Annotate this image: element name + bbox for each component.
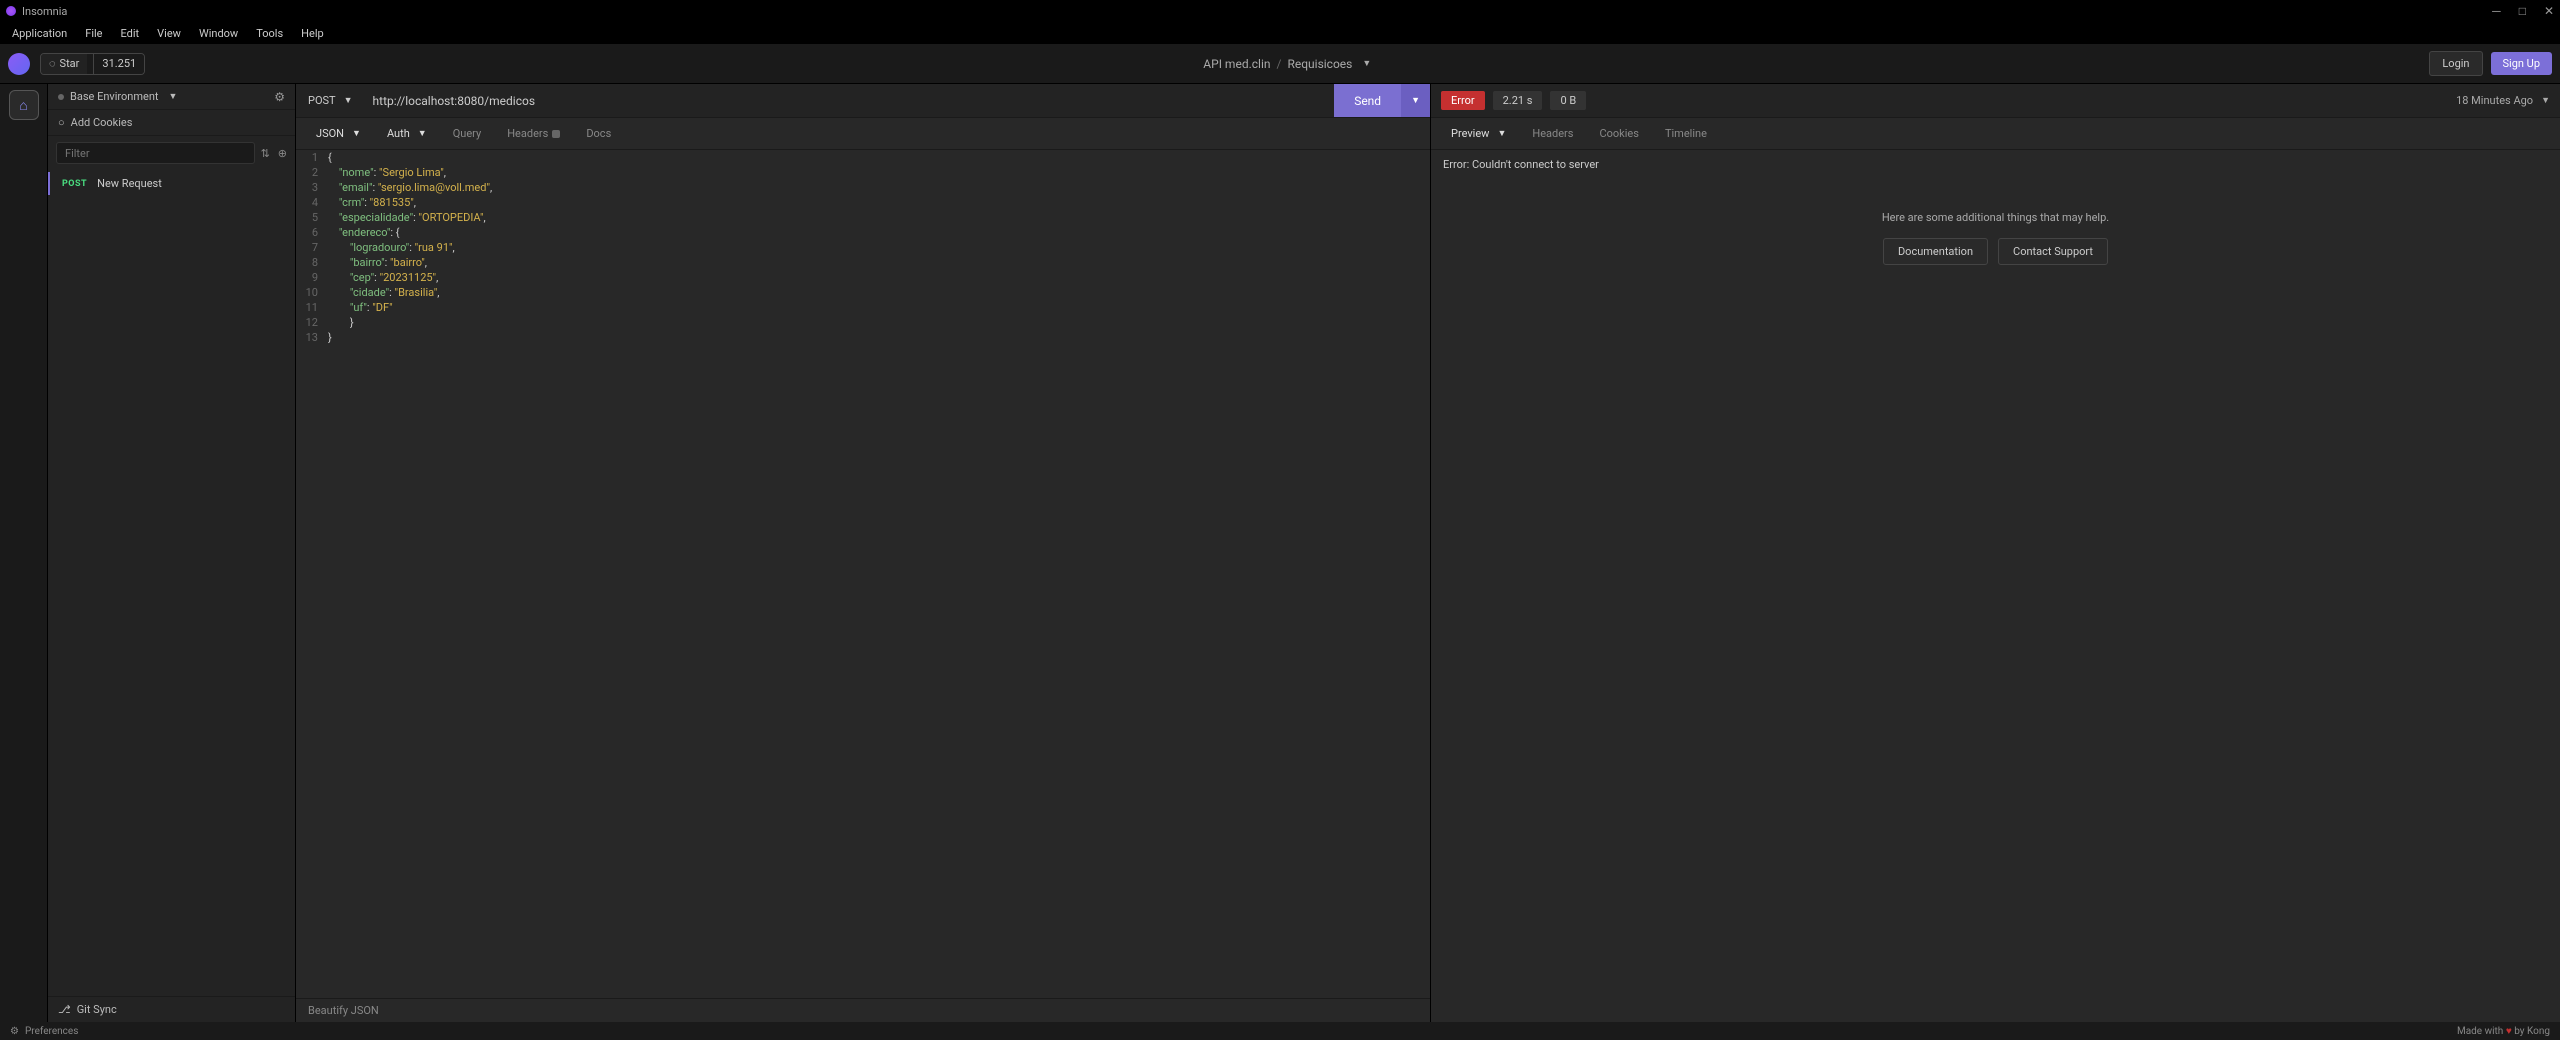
star-count: 31.251 (93, 54, 144, 74)
toolbar: ◌Star 31.251 API med.clin / Requisicoes … (0, 44, 2560, 84)
environment-selector[interactable]: Base Environment ▼ (58, 90, 177, 103)
menu-window[interactable]: Window (191, 25, 246, 42)
add-cookies-button[interactable]: ○ Add Cookies (48, 110, 295, 136)
gear-icon[interactable]: ⚙ (274, 90, 285, 104)
chevron-down-icon: ▼ (2541, 95, 2550, 106)
error-message: Error: Couldn't connect to server (1443, 158, 2548, 171)
menu-file[interactable]: File (77, 25, 110, 42)
chevron-down-icon: ▼ (1497, 128, 1506, 139)
code-editor[interactable]: 1{2 "nome": "Sergio Lima",3 "email": "se… (296, 150, 1430, 998)
maximize-icon[interactable]: □ (2519, 4, 2526, 18)
tab-docs[interactable]: Docs (574, 121, 623, 146)
tab-resp-cookies[interactable]: Cookies (1587, 121, 1650, 146)
menu-application[interactable]: Application (4, 25, 75, 42)
help-text: Here are some additional things that may… (1443, 211, 2548, 224)
home-button[interactable]: ⌂ (9, 90, 39, 120)
response-time: 2.21 s (1493, 91, 1543, 110)
chevron-down-icon[interactable]: ▼ (1362, 58, 1371, 69)
send-dropdown[interactable]: ▼ (1401, 84, 1430, 117)
signup-button[interactable]: Sign Up (2491, 52, 2553, 75)
statusbar: ⚙ Preferences Made with ♥ by Kong (0, 1022, 2560, 1040)
status-badge: Error (1441, 91, 1485, 110)
git-sync-label: Git Sync (77, 1003, 117, 1016)
send-label: Send (1354, 94, 1381, 108)
tab-auth-label: Auth (387, 127, 410, 140)
tab-resp-headers[interactable]: Headers (1520, 121, 1585, 146)
menubar: Application File Edit View Window Tools … (0, 22, 2560, 44)
app-title: Insomnia (22, 5, 67, 18)
avatar[interactable] (8, 53, 30, 75)
response-size: 0 B (1550, 91, 1586, 110)
environment-label: Base Environment (70, 90, 159, 103)
star-label: Star (60, 57, 80, 70)
titlebar: Insomnia ─ □ ✕ (0, 0, 2560, 22)
tab-headers-label: Headers (507, 127, 548, 140)
request-panel: POST ▼ Send ▼ JSON▼ Auth▼ Query Headers … (296, 84, 1431, 1022)
chevron-down-icon: ▼ (344, 95, 353, 106)
tab-query[interactable]: Query (441, 121, 494, 146)
method-selector[interactable]: POST ▼ (296, 84, 365, 117)
chevron-down-icon: ▼ (418, 128, 427, 139)
tab-preview-label: Preview (1451, 127, 1489, 140)
github-star-button[interactable]: ◌ Star 31.251 (40, 53, 145, 75)
preferences-button[interactable]: ⚙ Preferences (10, 1026, 78, 1037)
github-icon: ◌ (49, 57, 56, 70)
menu-tools[interactable]: Tools (248, 25, 291, 42)
request-name: New Request (97, 177, 162, 190)
tab-preview[interactable]: Preview ▼ (1439, 121, 1518, 146)
breadcrumb-collection[interactable]: Requisicoes (1287, 57, 1352, 71)
add-cookies-label: Add Cookies (71, 116, 133, 129)
branch-icon: ⎇ (58, 1003, 71, 1016)
menu-edit[interactable]: Edit (113, 25, 148, 42)
chevron-down-icon: ▼ (352, 128, 361, 139)
menu-help[interactable]: Help (293, 25, 332, 42)
beautify-button[interactable]: Beautify JSON (296, 998, 1430, 1022)
history-label: 18 Minutes Ago (2456, 94, 2533, 107)
headers-badge (552, 130, 560, 138)
env-dot-icon (58, 94, 64, 100)
send-button[interactable]: Send (1334, 84, 1401, 117)
login-button[interactable]: Login (2429, 51, 2482, 76)
cookie-icon: ○ (58, 116, 65, 129)
method-label: POST (308, 94, 336, 107)
history-dropdown[interactable]: 18 Minutes Ago ▼ (2456, 94, 2550, 107)
request-item[interactable]: POST New Request (48, 172, 295, 195)
home-icon: ⌂ (19, 97, 27, 114)
app-icon (6, 6, 16, 16)
made-by-kong[interactable]: Made with ♥ by Kong (2457, 1026, 2550, 1037)
tab-auth[interactable]: Auth ▼ (375, 121, 439, 146)
rail: ⌂ (0, 84, 48, 1022)
tab-resp-timeline[interactable]: Timeline (1653, 121, 1719, 146)
tab-body[interactable]: JSON ▼ (304, 121, 373, 146)
add-icon[interactable]: ⊕ (278, 147, 287, 160)
chevron-down-icon: ▼ (169, 91, 178, 102)
breadcrumb-sep: / (1277, 57, 1282, 71)
preferences-label: Preferences (25, 1026, 78, 1037)
request-list: POST New Request (48, 170, 295, 996)
git-sync-button[interactable]: ⎇ Git Sync (48, 996, 295, 1022)
gear-icon: ⚙ (10, 1026, 19, 1037)
response-panel: Error 2.21 s 0 B 18 Minutes Ago ▼ Previe… (1431, 84, 2560, 1022)
contact-support-button[interactable]: Contact Support (1998, 238, 2108, 265)
close-icon[interactable]: ✕ (2544, 4, 2554, 18)
breadcrumb-project[interactable]: API med.clin (1203, 57, 1270, 71)
url-input[interactable] (365, 84, 1335, 117)
filter-input[interactable] (56, 142, 255, 164)
sidebar: Base Environment ▼ ⚙ ○ Add Cookies ⇅ ⊕ P… (48, 84, 296, 1022)
tab-headers[interactable]: Headers (495, 121, 572, 146)
method-badge: POST (62, 179, 87, 189)
menu-view[interactable]: View (149, 25, 189, 42)
tab-body-label: JSON (316, 127, 344, 140)
minimize-icon[interactable]: ─ (2492, 4, 2501, 18)
documentation-button[interactable]: Documentation (1883, 238, 1988, 265)
sort-icon[interactable]: ⇅ (261, 147, 270, 160)
